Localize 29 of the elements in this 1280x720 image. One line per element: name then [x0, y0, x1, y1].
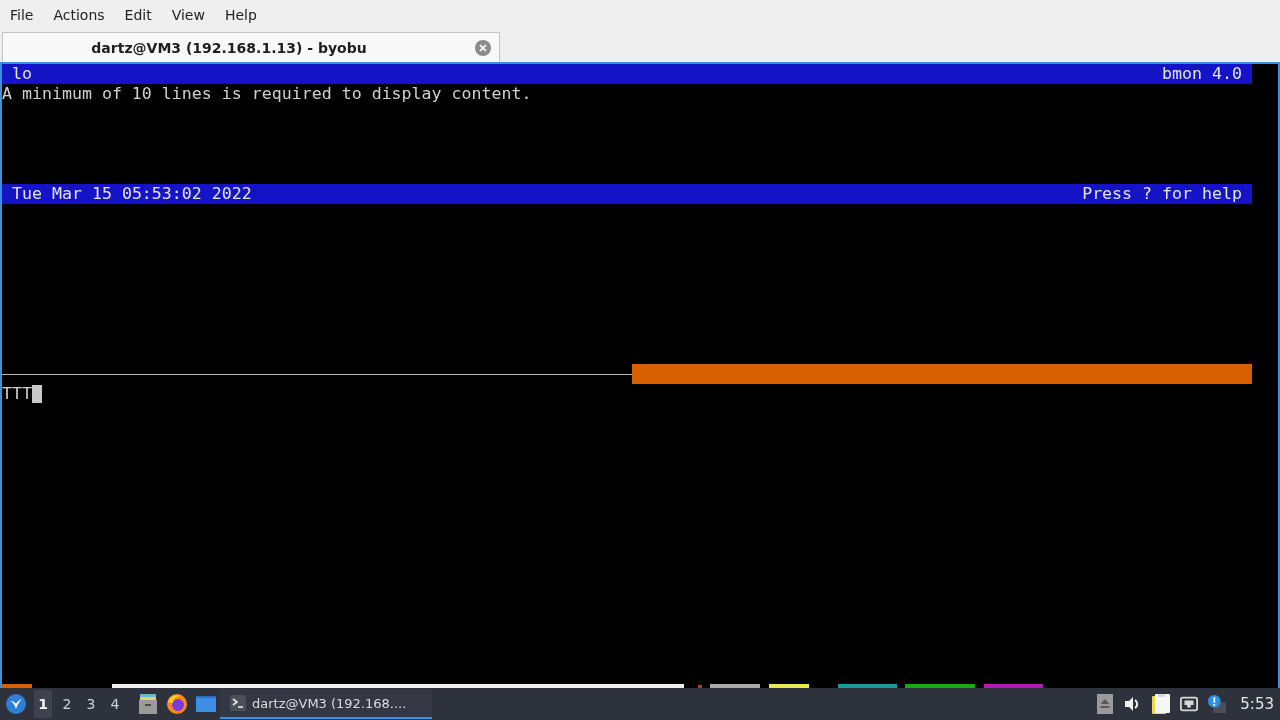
menu-item[interactable]: Help	[214, 0, 267, 30]
menu-item[interactable]: View	[161, 0, 215, 30]
interface-name: lo	[12, 64, 32, 84]
app-version: bmon 4.0	[1162, 64, 1242, 84]
start-menu-icon[interactable]	[6, 694, 26, 714]
workspace-button[interactable]: 2	[58, 690, 76, 718]
terminal-icon	[230, 695, 246, 711]
task-button[interactable]: dartz@VM3 (192.168....	[220, 689, 432, 719]
workspace-button[interactable]: 3	[82, 690, 100, 718]
browser-icon[interactable]	[166, 693, 188, 715]
clock-text: 5:53	[1240, 695, 1274, 713]
message-text: A minimum of 10 lines is required to display content.	[2, 84, 532, 104]
help-hint-text: Press ? for help	[1082, 184, 1242, 204]
menu-item[interactable]: Edit	[114, 0, 162, 30]
update-notification-icon[interactable]	[1208, 694, 1227, 714]
window-icon[interactable]	[195, 693, 217, 715]
date-time-text: Tue Mar 15 05:53:02 2022	[12, 184, 252, 204]
text-cursor	[32, 385, 42, 403]
close-icon[interactable]	[475, 39, 491, 56]
command-input-text: TTT	[2, 384, 32, 404]
network-icon[interactable]	[1180, 694, 1199, 714]
menu-item[interactable]: Actions	[43, 0, 115, 30]
terminal-tab[interactable]: dartz@VM3 (192.168.1.13) - byobu	[2, 32, 500, 62]
clipboard-icon[interactable]	[1152, 694, 1171, 714]
workspace-button[interactable]: 1	[34, 690, 52, 718]
workspace-button[interactable]: 4	[106, 690, 124, 718]
menu-item[interactable]: File	[0, 0, 44, 30]
file-cabinet-icon[interactable]	[137, 693, 159, 715]
eject-icon[interactable]	[1096, 694, 1115, 714]
